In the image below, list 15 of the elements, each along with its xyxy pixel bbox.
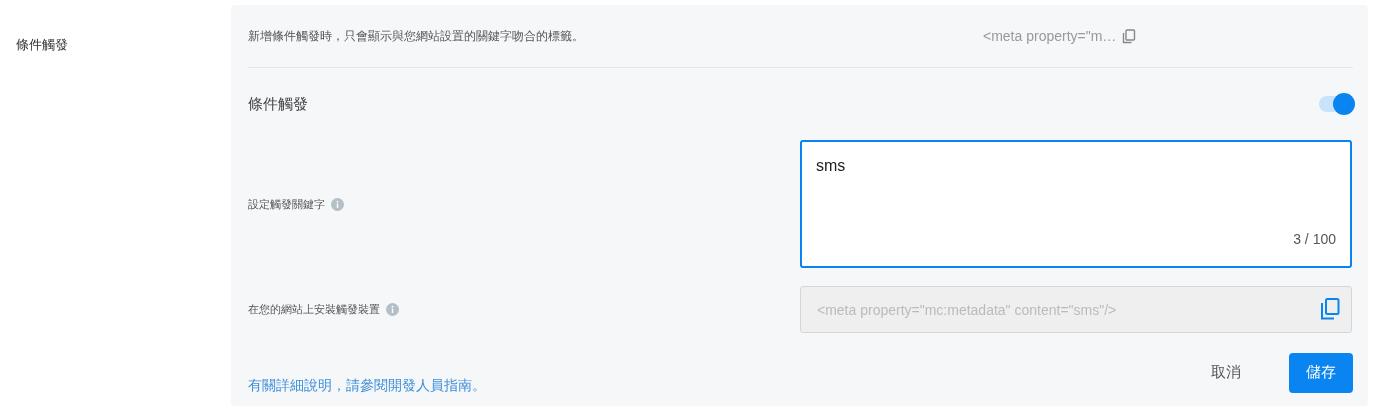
info-icon[interactable]	[386, 303, 399, 316]
cancel-button[interactable]: 取消	[1211, 353, 1241, 392]
save-button[interactable]: 儲存	[1289, 352, 1353, 393]
toggle-label: 條件觸發	[248, 93, 308, 114]
character-counter: 3 / 100	[1293, 230, 1336, 249]
field-label: 設定觸發關鍵字	[248, 196, 325, 212]
field-label: 在您的網站上安裝觸發裝置	[248, 302, 380, 318]
section-label: 條件觸發	[16, 37, 68, 52]
developer-guide-link[interactable]: 有關詳細說明，請參閱開發人員指南。	[248, 375, 486, 396]
meta-tag-preview: <meta property="m…	[983, 26, 1117, 46]
description-text: 新增條件觸發時，只會顯示與您網站設置的關鍵字吻合的標籤。	[248, 28, 585, 45]
copy-icon[interactable]	[1320, 298, 1340, 320]
info-icon[interactable]	[331, 197, 344, 211]
copy-icon[interactable]	[1122, 28, 1137, 44]
toggle-switch[interactable]	[1319, 96, 1353, 112]
